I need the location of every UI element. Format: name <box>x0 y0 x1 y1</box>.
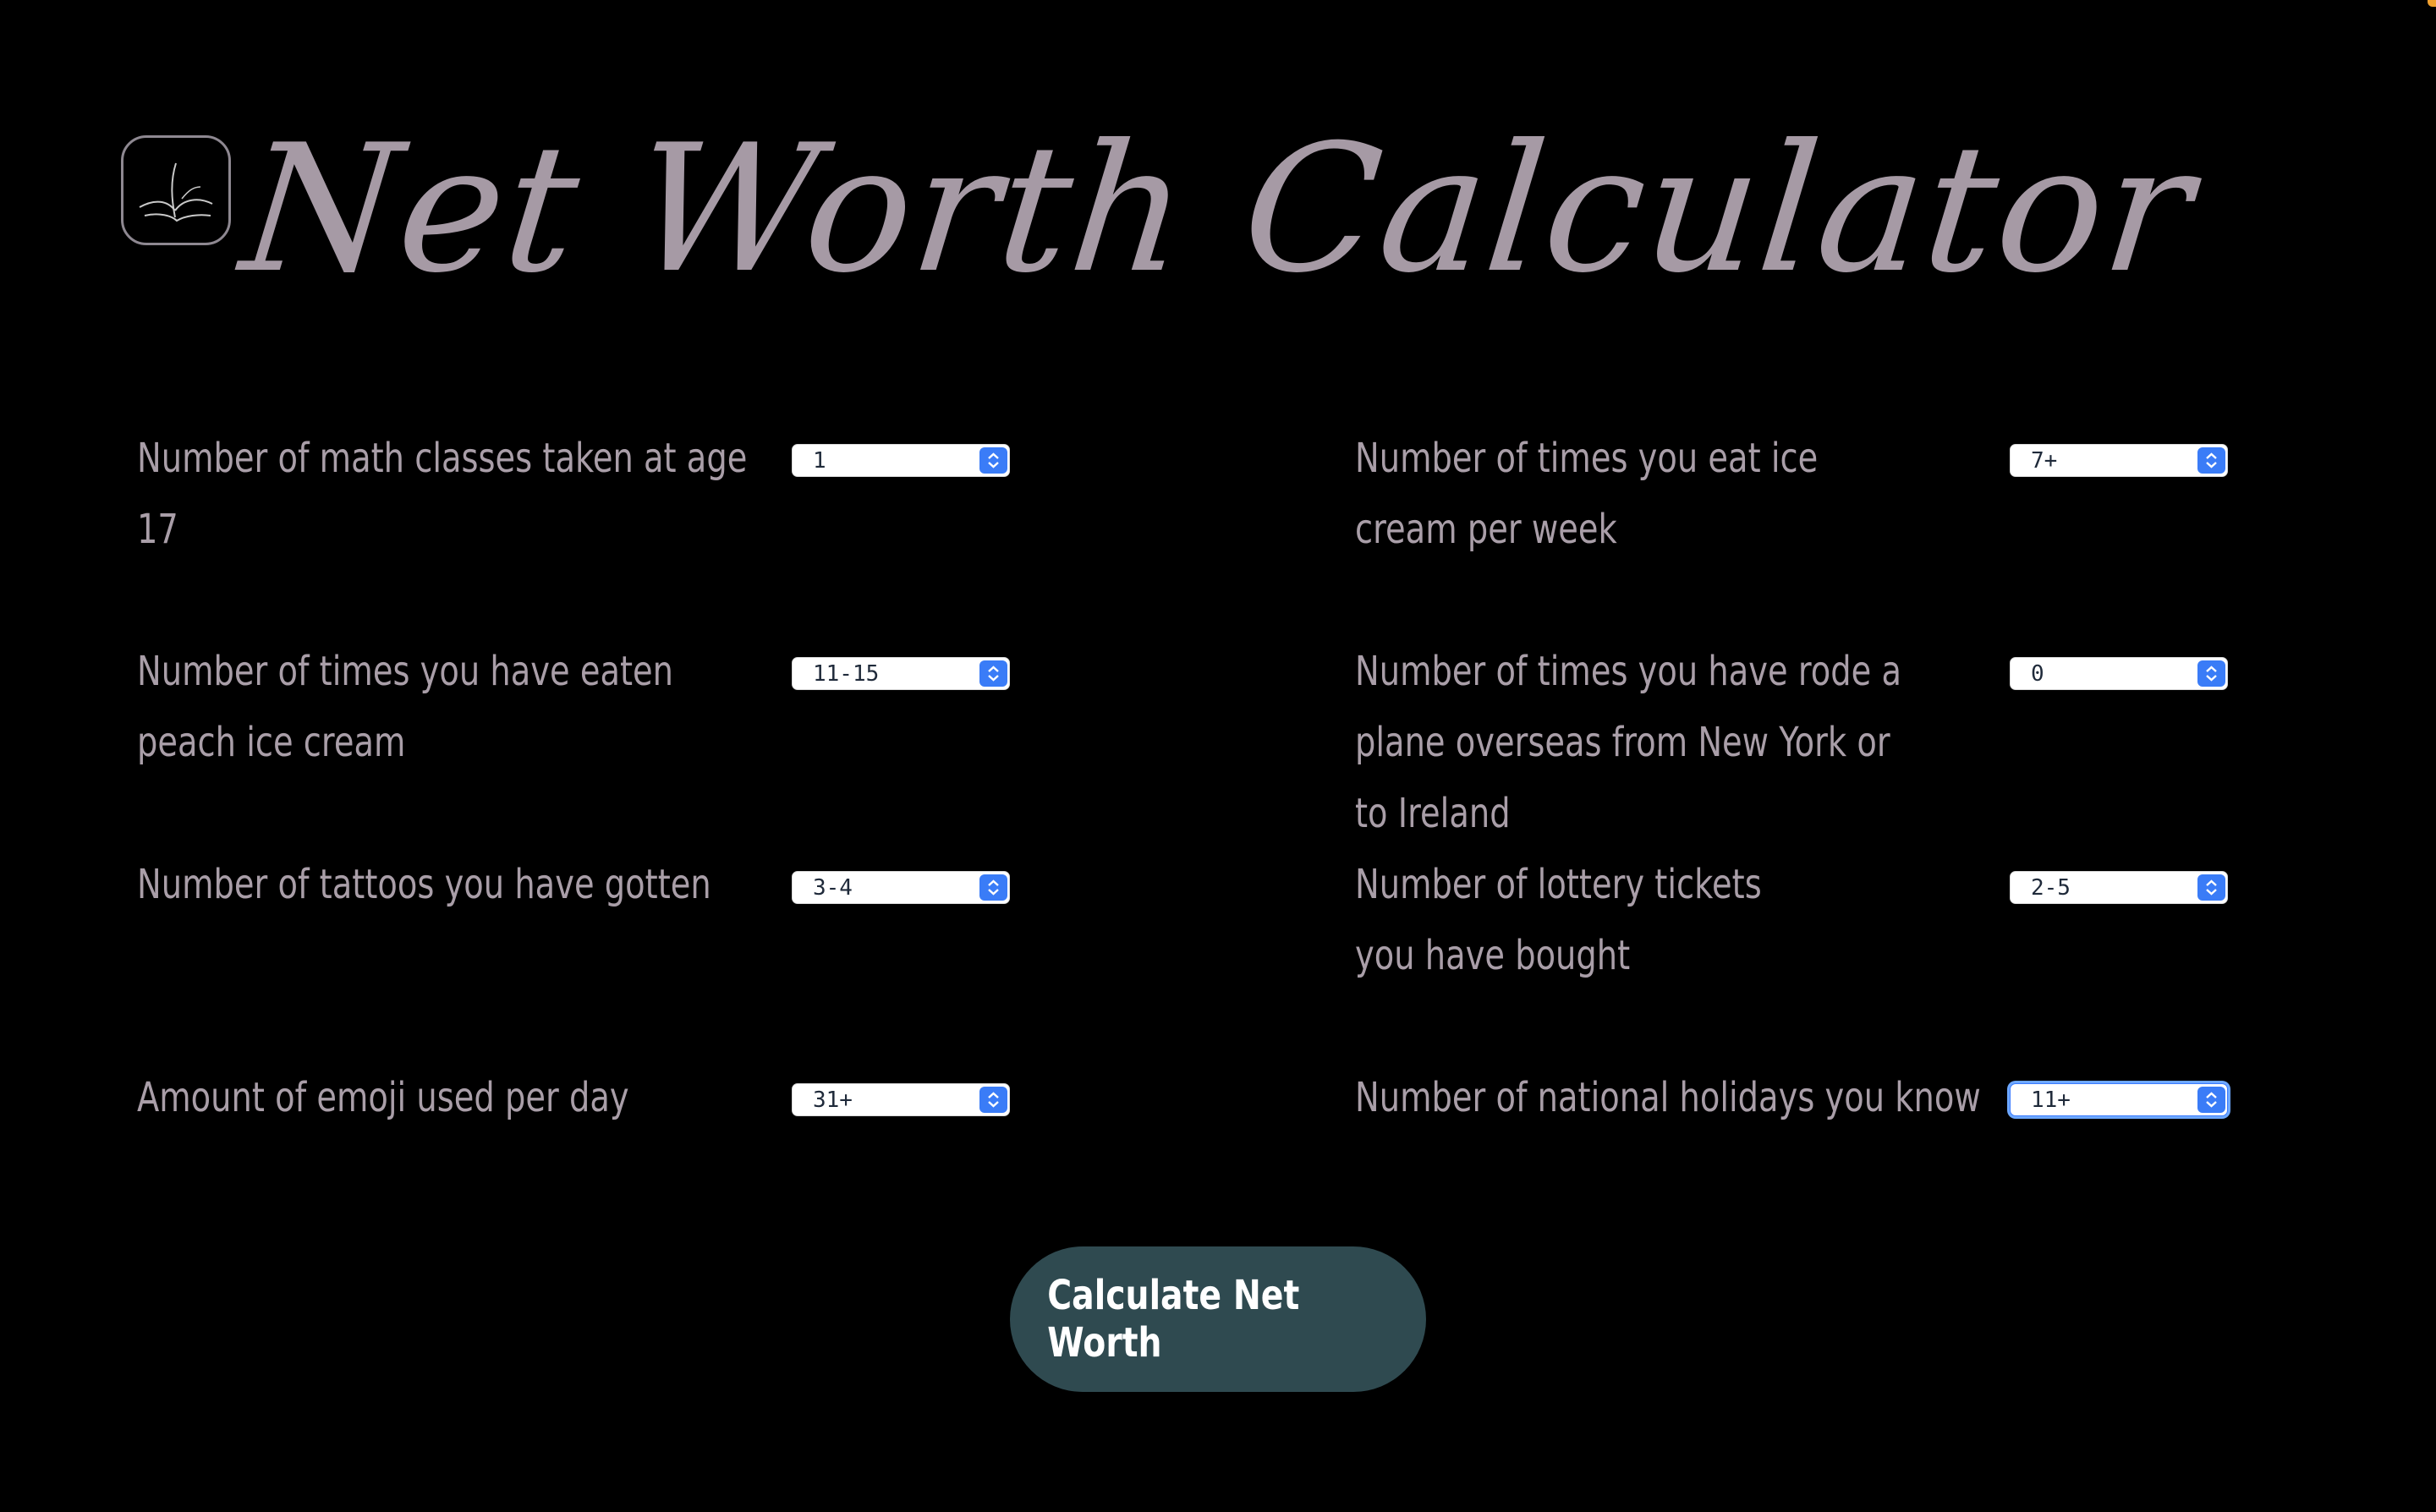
ice-cream-per-week-select[interactable]: 7+ <box>2010 444 2228 477</box>
select-stepper-icon <box>979 1087 1007 1113</box>
national-holidays-select-value: 11+ <box>2031 1087 2071 1113</box>
lottery-tickets-select-value: 2-5 <box>2031 875 2071 901</box>
field-label-tattoos: Number of tattoos you have gotten <box>137 861 711 908</box>
field-label-peach-ice-cream: Number of times you have eaten peach ice… <box>137 648 674 766</box>
select-stepper-icon <box>2197 1087 2225 1113</box>
select-stepper-icon <box>2197 660 2225 687</box>
plane-overseas-select[interactable]: 0 <box>2010 657 2228 690</box>
tattoos-select-value: 3-4 <box>813 875 853 901</box>
field-label-math-classes: Number of math classes taken at age 17 <box>137 435 748 553</box>
peach-ice-cream-select-value: 11-15 <box>813 661 880 687</box>
select-stepper-icon <box>979 660 1007 687</box>
select-stepper-icon <box>2197 874 2225 901</box>
math-classes-select-value: 1 <box>813 448 826 474</box>
tattoos-select[interactable]: 3-4 <box>792 871 1010 904</box>
plane-overseas-select-value: 0 <box>2031 661 2044 687</box>
field-label-plane-overseas: Number of times you have rode a plane ov… <box>1355 648 1902 837</box>
ice-cream-per-week-select-value: 7+ <box>2031 448 2058 474</box>
math-classes-select[interactable]: 1 <box>792 444 1010 477</box>
emoji-select-value: 31+ <box>813 1087 853 1113</box>
corner-indicator <box>2428 0 2436 7</box>
emoji-select[interactable]: 31+ <box>792 1083 1010 1116</box>
lottery-tickets-select[interactable]: 2-5 <box>2010 871 2228 904</box>
field-label-ice-cream-per-week: Number of times you eat ice cream per we… <box>1355 435 1819 553</box>
peach-ice-cream-select[interactable]: 11-15 <box>792 657 1010 690</box>
field-label-national-holidays: Number of national holidays you know <box>1355 1074 1981 1121</box>
calculate-net-worth-button-label: Calculate Net Worth <box>1047 1272 1300 1367</box>
select-stepper-icon <box>979 874 1007 901</box>
page-title: Net Worth Calculator <box>233 107 2203 312</box>
field-label-emoji: Amount of emoji used per day <box>137 1074 629 1121</box>
national-holidays-select[interactable]: 11+ <box>2010 1083 2228 1116</box>
calculate-net-worth-button[interactable]: Calculate Net Worth <box>1010 1246 1426 1392</box>
select-stepper-icon <box>2197 447 2225 474</box>
field-label-lottery-tickets: Number of lottery tickets you have bough… <box>1355 861 1762 979</box>
select-stepper-icon <box>979 447 1007 474</box>
